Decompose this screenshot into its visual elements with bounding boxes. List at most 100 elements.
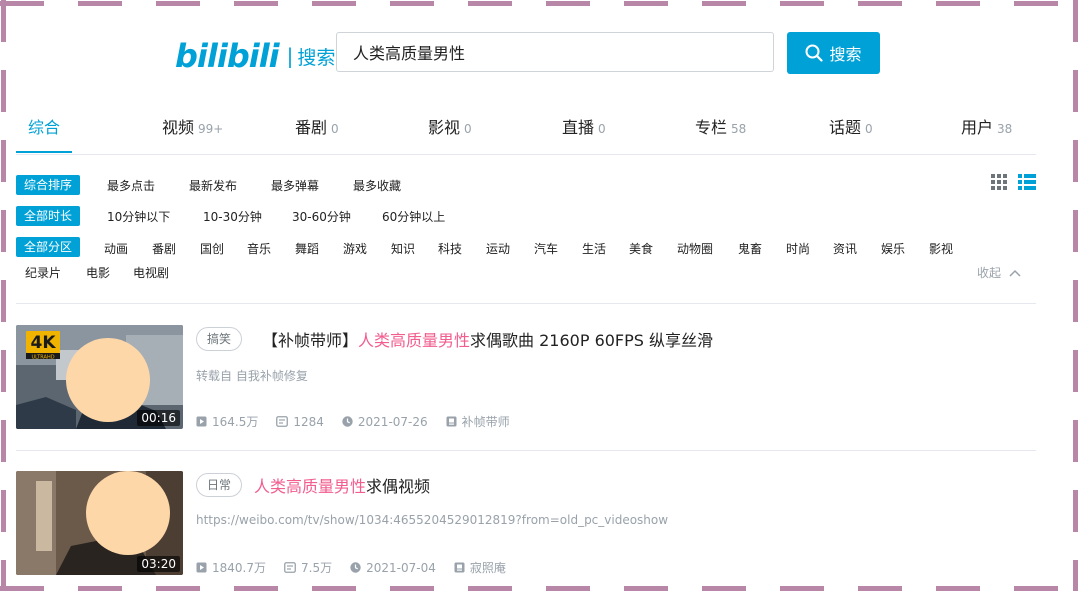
zone-option[interactable]: 运动: [486, 240, 510, 257]
uploader[interactable]: 寂照庵: [454, 559, 506, 576]
tab-bangumi[interactable]: 番剧 0: [295, 114, 339, 138]
tab-all[interactable]: 综合: [28, 114, 60, 138]
tab-count: 0: [865, 122, 873, 136]
uploader-name: 寂照庵: [469, 561, 506, 575]
upload-date-value: 2021-07-26: [357, 414, 428, 429]
zone-option[interactable]: 音乐: [247, 240, 271, 257]
video-meta: 1840.7万 7.5万 2021-07-04 寂照庵: [196, 559, 524, 576]
zone-option[interactable]: 番剧: [152, 240, 176, 257]
zone-option[interactable]: 时尚: [786, 240, 810, 257]
zone-option[interactable]: 动画: [104, 240, 128, 257]
video-description: https://weibo.com/tv/show/1034:465520452…: [196, 513, 669, 527]
tab-count: 99+: [198, 122, 224, 136]
sort-option[interactable]: 最新发布: [189, 177, 237, 194]
zone-option[interactable]: 国创: [200, 240, 224, 257]
title-highlight: 人类高质量男性: [358, 331, 471, 350]
tab-movie[interactable]: 影视 0: [428, 114, 472, 138]
zone-option[interactable]: 动物圈: [677, 240, 713, 257]
collapse-filters-button[interactable]: 收起: [977, 264, 1021, 281]
video-title[interactable]: 人类高质量男性求偶视频: [254, 473, 430, 497]
zone-option[interactable]: 汽车: [534, 240, 558, 257]
quality-badge: 4K: [30, 333, 56, 353]
title-prefix: 【补帧带师】: [262, 331, 359, 350]
duration-option[interactable]: 30-60分钟: [292, 208, 351, 225]
video-thumbnail[interactable]: 03:20: [16, 471, 183, 575]
video-thumbnail[interactable]: 4K ULTRAHD 00:16: [16, 325, 183, 429]
danmaku-count: 7.5万: [284, 559, 332, 576]
logo-suffix: 搜索: [297, 46, 336, 69]
uploader-icon: [454, 562, 465, 573]
tab-count: 0: [464, 122, 472, 136]
duration-option[interactable]: 60分钟以上: [382, 208, 445, 225]
title-highlight: 人类高质量男性: [254, 477, 367, 496]
zone-option[interactable]: 舞蹈: [295, 240, 319, 257]
play-count-value: 164.5万: [212, 415, 259, 429]
zone-option[interactable]: 电视剧: [133, 264, 169, 281]
collapse-label: 收起: [977, 266, 1002, 280]
bilibili-logo[interactable]: bilibili | 搜索: [175, 37, 336, 75]
zone-option[interactable]: 生活: [582, 240, 606, 257]
tab-label: 综合: [28, 118, 61, 137]
uploader[interactable]: 补帧带师: [446, 413, 510, 430]
search-input[interactable]: [336, 32, 774, 72]
video-category-tag[interactable]: 日常: [196, 473, 243, 497]
zone-option[interactable]: 科技: [438, 240, 462, 257]
frame-border-right: [1073, 0, 1078, 591]
video-duration: 00:16: [137, 410, 180, 426]
tab-label: 影视: [428, 118, 461, 137]
play-icon: [196, 562, 207, 573]
duration-selected-chip[interactable]: 全部时长: [16, 206, 81, 226]
tab-label: 用户: [961, 118, 994, 137]
sort-option[interactable]: 最多收藏: [353, 177, 401, 194]
danmaku-icon: [276, 416, 289, 427]
tab-article[interactable]: 专栏 58: [695, 114, 746, 138]
video-divider: [16, 450, 1036, 451]
sort-option[interactable]: 最多点击: [107, 177, 155, 194]
tab-user[interactable]: 用户 38: [961, 114, 1012, 138]
zone-option[interactable]: 娱乐: [881, 240, 905, 257]
tab-video[interactable]: 视频 99+: [162, 114, 223, 138]
clock-icon: [342, 416, 353, 427]
play-count-value: 1840.7万: [212, 561, 266, 575]
tab-label: 番剧: [295, 118, 328, 137]
active-tab-underline: [16, 151, 72, 153]
play-icon: [196, 416, 207, 427]
uploader-icon: [446, 416, 457, 427]
zone-option[interactable]: 知识: [391, 240, 415, 257]
video-item: 03:20 日常 人类高质量男性求偶视频 https://weibo.com/t…: [16, 471, 1036, 577]
tab-count: 0: [598, 122, 606, 136]
video-category-tag[interactable]: 搞笑: [196, 327, 243, 351]
uploader-name: 补帧带师: [461, 415, 510, 429]
zone-option[interactable]: 资讯: [833, 240, 857, 257]
danmaku-icon: [284, 562, 296, 573]
grid-view-icon[interactable]: [991, 174, 1009, 194]
tab-topic[interactable]: 话题 0: [829, 114, 873, 138]
video-meta: 164.5万 1284 2021-07-26 补帧带师: [196, 413, 528, 430]
zone-selected-chip[interactable]: 全部分区: [16, 237, 81, 257]
title-suffix: 求偶视频: [366, 477, 431, 496]
zone-option[interactable]: 美食: [629, 240, 653, 257]
search-button[interactable]: 搜索: [787, 32, 880, 74]
danmaku-count-value: 7.5万: [301, 561, 333, 575]
tab-count: 58: [731, 122, 747, 136]
play-count: 164.5万: [196, 413, 258, 430]
sort-option[interactable]: 最多弹幕: [271, 177, 319, 194]
video-title[interactable]: 【补帧带师】人类高质量男性求偶歌曲 2160P 60FPS 纵享丝滑: [262, 327, 713, 351]
upload-date: 2021-07-04: [350, 561, 436, 575]
video-item: 4K ULTRAHD 00:16 搞笑 【补帧带师】人类高质量男性求偶歌曲 21…: [16, 325, 1036, 431]
quality-badge-sub: ULTRAHD: [31, 355, 54, 361]
zone-option[interactable]: 电影: [86, 264, 110, 281]
duration-option[interactable]: 10分钟以下: [107, 208, 170, 225]
upload-date-value: 2021-07-04: [366, 560, 436, 575]
zone-option[interactable]: 影视: [929, 240, 953, 257]
sort-selected-chip[interactable]: 综合排序: [16, 175, 81, 195]
list-view-icon[interactable]: [1018, 174, 1036, 194]
zone-option[interactable]: 鬼畜: [738, 240, 762, 257]
logo-separator: |: [286, 44, 294, 68]
duration-option[interactable]: 10-30分钟: [203, 208, 262, 225]
zone-option[interactable]: 游戏: [343, 240, 367, 257]
zone-option[interactable]: 纪录片: [25, 264, 61, 281]
tab-label: 专栏: [695, 118, 728, 137]
tab-live[interactable]: 直播 0: [562, 114, 606, 138]
danmaku-count-value: 1284: [293, 414, 324, 429]
